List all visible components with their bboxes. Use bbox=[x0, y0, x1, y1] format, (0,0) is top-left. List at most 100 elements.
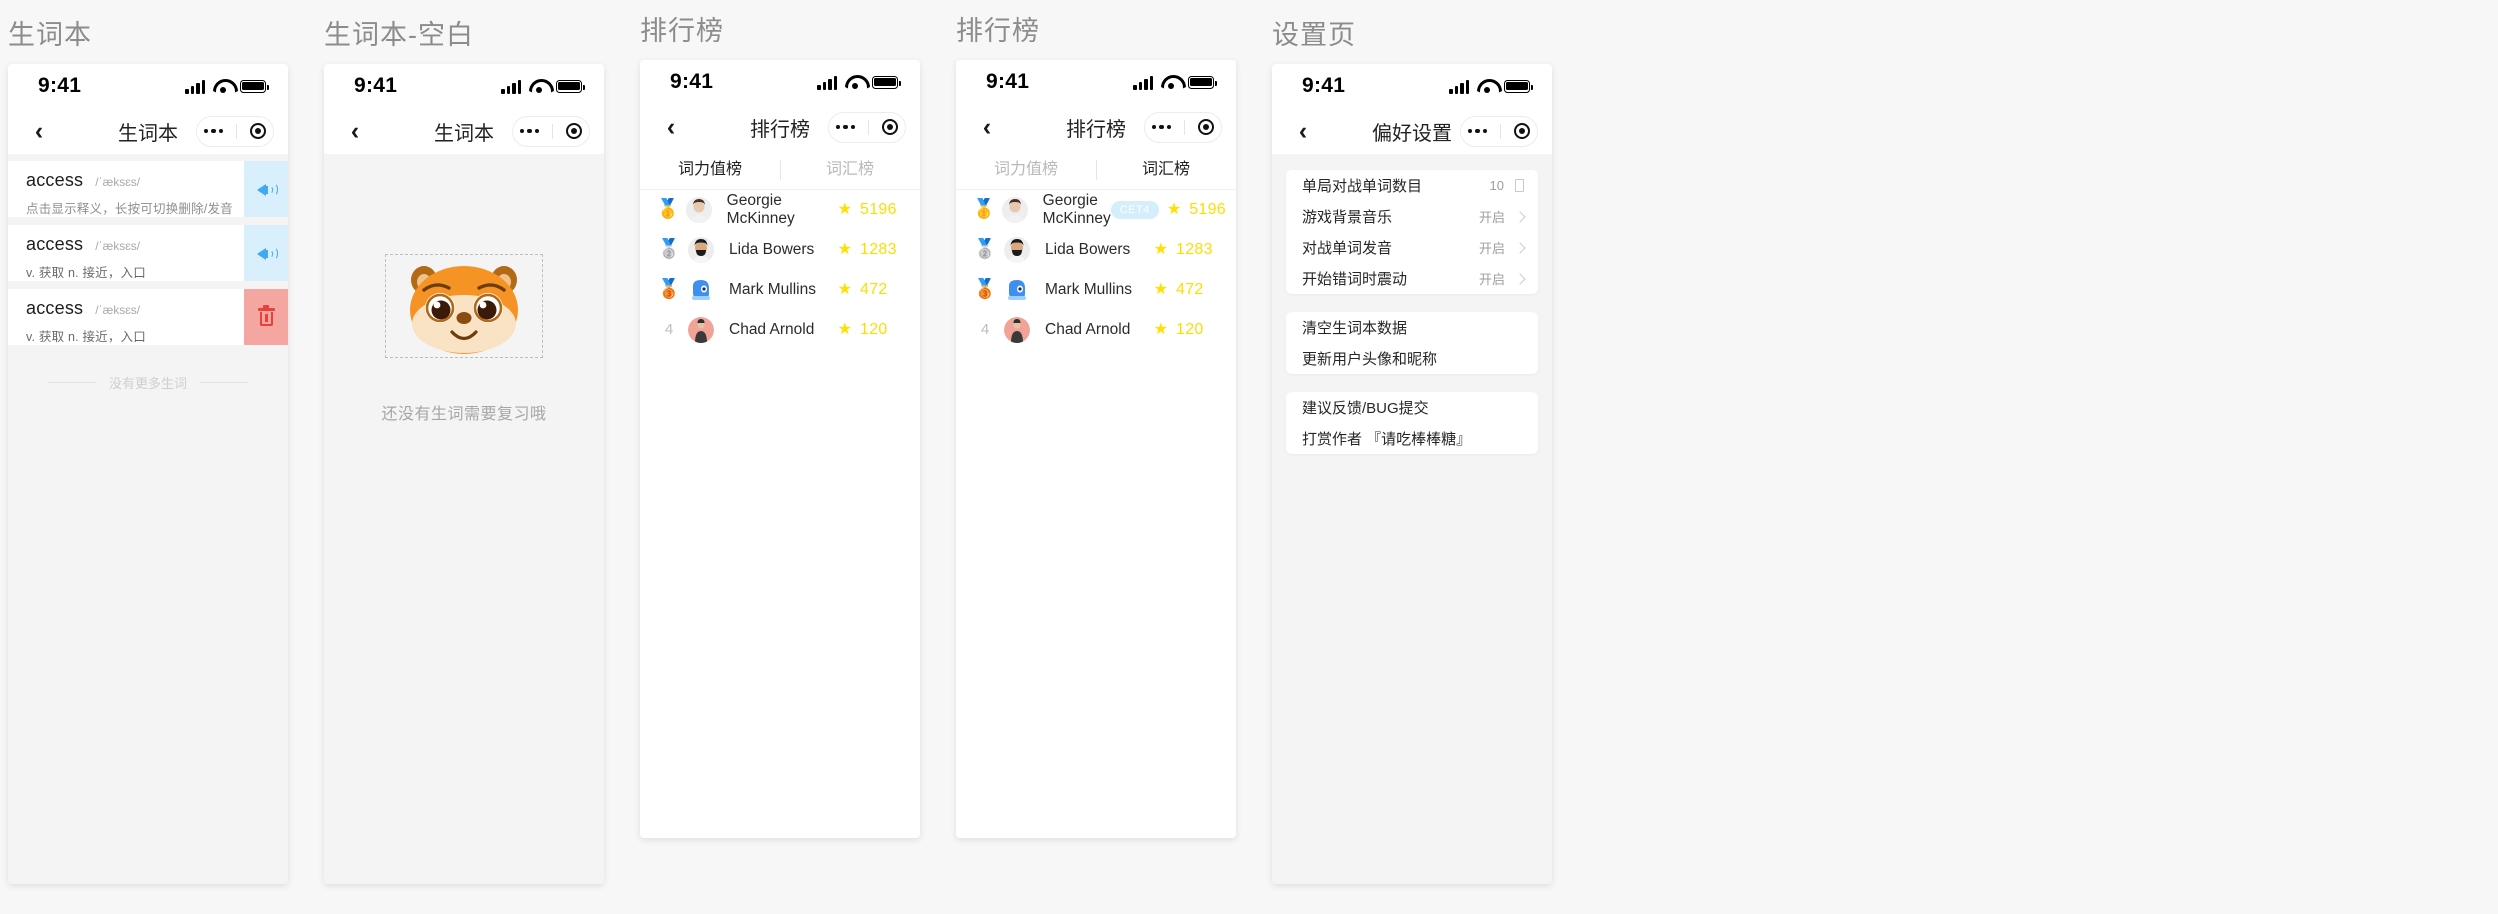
setting-row-feedback[interactable]: 建议反馈/BUG提交 bbox=[1286, 392, 1538, 423]
battery-icon bbox=[1504, 79, 1533, 93]
score-value: 5196 bbox=[860, 201, 897, 218]
miniapp-capsule[interactable] bbox=[828, 111, 906, 143]
leaderboard-row[interactable]: 🥉 Mark Mullins ★ 472 bbox=[956, 270, 1236, 310]
setting-row-word-pronunciation[interactable]: 对战单词发音 开启 bbox=[1286, 232, 1538, 263]
setting-label: 建议反馈/BUG提交 bbox=[1302, 400, 1429, 417]
tab-vocabulary-ranking[interactable]: 词汇榜 bbox=[780, 150, 920, 190]
more-dots-icon[interactable] bbox=[1467, 128, 1488, 134]
setting-row-battle-word-count[interactable]: 单局对战单词数目 10 bbox=[1286, 170, 1538, 201]
back-button-icon[interactable]: ‹ bbox=[26, 118, 52, 144]
play-sound-button[interactable] bbox=[244, 225, 288, 281]
wordbook-row[interactable]: access /ˈæksɛs/ v. 获取 n. 接近，入口 bbox=[8, 289, 288, 345]
player-name: Mark Mullins bbox=[729, 281, 816, 298]
star-icon: ★ bbox=[1153, 241, 1168, 258]
leaderboard-row[interactable]: 4 Chad Arnold ★ 120 bbox=[640, 310, 920, 350]
leaderboard-row[interactable]: 🥇 Georgie McKinney CET4 ★ 5196 bbox=[956, 190, 1236, 230]
setting-row-donate[interactable]: 打赏作者 『请吃棒棒糖』 bbox=[1286, 423, 1538, 454]
play-sound-button[interactable] bbox=[244, 161, 288, 217]
rank-medal: 🥈 bbox=[657, 239, 681, 260]
tab-power-ranking[interactable]: 词力值榜 bbox=[956, 150, 1096, 190]
close-target-icon[interactable] bbox=[566, 123, 583, 139]
stepper-box-icon[interactable] bbox=[1515, 179, 1524, 192]
leaderboard-row[interactable]: 🥉 Mark Mullins ★ 472 bbox=[640, 270, 920, 310]
miniapp-capsule[interactable] bbox=[196, 115, 274, 147]
rank-number: 4 bbox=[980, 321, 990, 338]
player-name: Lida Bowers bbox=[729, 241, 815, 258]
score-group: ★ 1283 bbox=[838, 241, 900, 259]
tab-vocabulary-ranking[interactable]: 词汇榜 bbox=[1096, 150, 1236, 190]
more-dots-icon[interactable] bbox=[835, 124, 856, 130]
score-group: ★ 1283 bbox=[1154, 241, 1216, 259]
setting-row-background-music[interactable]: 游戏背景音乐 开启 bbox=[1286, 201, 1538, 232]
player-name: Georgie McKinney bbox=[726, 192, 795, 227]
chevron-right-icon[interactable] bbox=[1514, 272, 1526, 285]
back-button-icon[interactable]: ‹ bbox=[974, 114, 1000, 140]
leaderboard-row[interactable]: 🥇 Georgie McKinney ★ 5196 bbox=[640, 190, 920, 230]
miniapp-capsule[interactable] bbox=[1460, 115, 1538, 147]
rank-medal: 🥇 bbox=[656, 199, 680, 220]
chevron-right-icon[interactable] bbox=[1514, 210, 1526, 223]
nav-bar: ‹ 生词本 bbox=[324, 108, 604, 154]
battery-icon bbox=[1188, 75, 1217, 89]
phonetic-text: /ˈæksɛs/ bbox=[95, 239, 141, 253]
setting-row-clear-wordbook[interactable]: 清空生词本数据 bbox=[1286, 312, 1538, 343]
close-target-icon[interactable] bbox=[882, 119, 899, 135]
leaderboard-row[interactable]: 🥈 Lida Bowers ★ 1283 bbox=[956, 230, 1236, 270]
delete-word-button[interactable] bbox=[244, 289, 288, 345]
back-button-icon[interactable]: ‹ bbox=[342, 118, 368, 144]
word-card[interactable]: access /ˈæksɛs/ 点击显示释义，长按可切换删除/发音 bbox=[8, 161, 244, 217]
setting-row-update-profile[interactable]: 更新用户头像和昵称 bbox=[1286, 343, 1538, 374]
word-card[interactable]: access /ˈæksɛs/ v. 获取 n. 接近，入口 bbox=[8, 289, 244, 345]
setting-row-vibrate-on-error[interactable]: 开始错词时震动 开启 bbox=[1286, 263, 1538, 294]
rank-medal: 🥉 bbox=[657, 279, 681, 300]
panel-settings: 设置页 9:41 ‹ 偏好设置 单局对战单词数目 10 游戏背景音乐 开启 对战… bbox=[1272, 18, 1552, 884]
back-button-icon[interactable]: ‹ bbox=[1290, 118, 1316, 144]
avatar bbox=[688, 277, 714, 303]
phone-frame: 9:41 ‹ 生词本 bbox=[8, 64, 288, 884]
wordbook-row[interactable]: access /ˈæksɛs/ 点击显示释义，长按可切换删除/发音 bbox=[8, 161, 288, 217]
wordbook-row[interactable]: access /ˈæksɛs/ v. 获取 n. 接近，入口 bbox=[8, 225, 288, 281]
phone-frame: 9:41 ‹ 排行榜 词力值榜 词汇榜 bbox=[640, 60, 920, 838]
status-bar: 9:41 bbox=[324, 64, 604, 108]
status-icons bbox=[1133, 75, 1217, 90]
more-dots-icon[interactable] bbox=[1151, 124, 1172, 130]
miniapp-capsule[interactable] bbox=[1144, 111, 1222, 143]
cellular-signal-icon bbox=[501, 79, 521, 94]
setting-value: 开启 bbox=[1478, 272, 1505, 287]
tab-power-ranking[interactable]: 词力值榜 bbox=[640, 150, 780, 190]
setting-label: 更新用户头像和昵称 bbox=[1302, 351, 1438, 368]
rank-medal: 🥇 bbox=[972, 199, 996, 220]
player-name: Mark Mullins bbox=[1045, 281, 1132, 298]
cellular-signal-icon bbox=[817, 75, 837, 90]
score-group: ★ 120 bbox=[1154, 321, 1216, 339]
close-target-icon[interactable] bbox=[250, 123, 267, 139]
score-value: 120 bbox=[1176, 321, 1204, 338]
mascot-placeholder-frame bbox=[385, 254, 543, 358]
player-name: Chad Arnold bbox=[729, 321, 815, 338]
status-icons bbox=[817, 75, 901, 90]
status-time: 9:41 bbox=[38, 74, 82, 97]
rank-medal: 🥉 bbox=[973, 279, 997, 300]
back-button-icon[interactable]: ‹ bbox=[658, 114, 684, 140]
setting-value: 10 bbox=[1489, 178, 1504, 193]
leaderboard-row[interactable]: 🥈 Lida Bowers ★ 1283 bbox=[640, 230, 920, 270]
word-definition: v. 获取 n. 接近，入口 bbox=[26, 266, 146, 280]
chevron-right-icon[interactable] bbox=[1514, 241, 1526, 254]
miniapp-capsule[interactable] bbox=[512, 115, 590, 147]
close-target-icon[interactable] bbox=[1198, 119, 1215, 135]
rank-medal: 🥈 bbox=[973, 239, 997, 260]
cellular-signal-icon bbox=[1133, 75, 1153, 90]
panel-wordbook-empty: 生词本-空白 9:41 ‹ 生词本 还没有生词需要复习哦 bbox=[324, 18, 604, 884]
word-card[interactable]: access /ˈæksɛs/ v. 获取 n. 接近，入口 bbox=[8, 225, 244, 281]
empty-state-text: 还没有生词需要复习哦 bbox=[381, 406, 547, 423]
status-bar: 9:41 bbox=[1272, 64, 1552, 108]
empty-state: 还没有生词需要复习哦 bbox=[324, 154, 604, 884]
leaderboard-row[interactable]: 4 Chad Arnold ★ 120 bbox=[956, 310, 1236, 350]
more-dots-icon[interactable] bbox=[203, 128, 224, 134]
avatar bbox=[688, 317, 714, 343]
nav-bar: ‹ 排行榜 bbox=[640, 104, 920, 150]
player-name: Lida Bowers bbox=[1045, 241, 1131, 258]
close-target-icon[interactable] bbox=[1514, 123, 1531, 139]
status-badge: CET4 bbox=[1110, 201, 1159, 219]
more-dots-icon[interactable] bbox=[519, 128, 540, 134]
